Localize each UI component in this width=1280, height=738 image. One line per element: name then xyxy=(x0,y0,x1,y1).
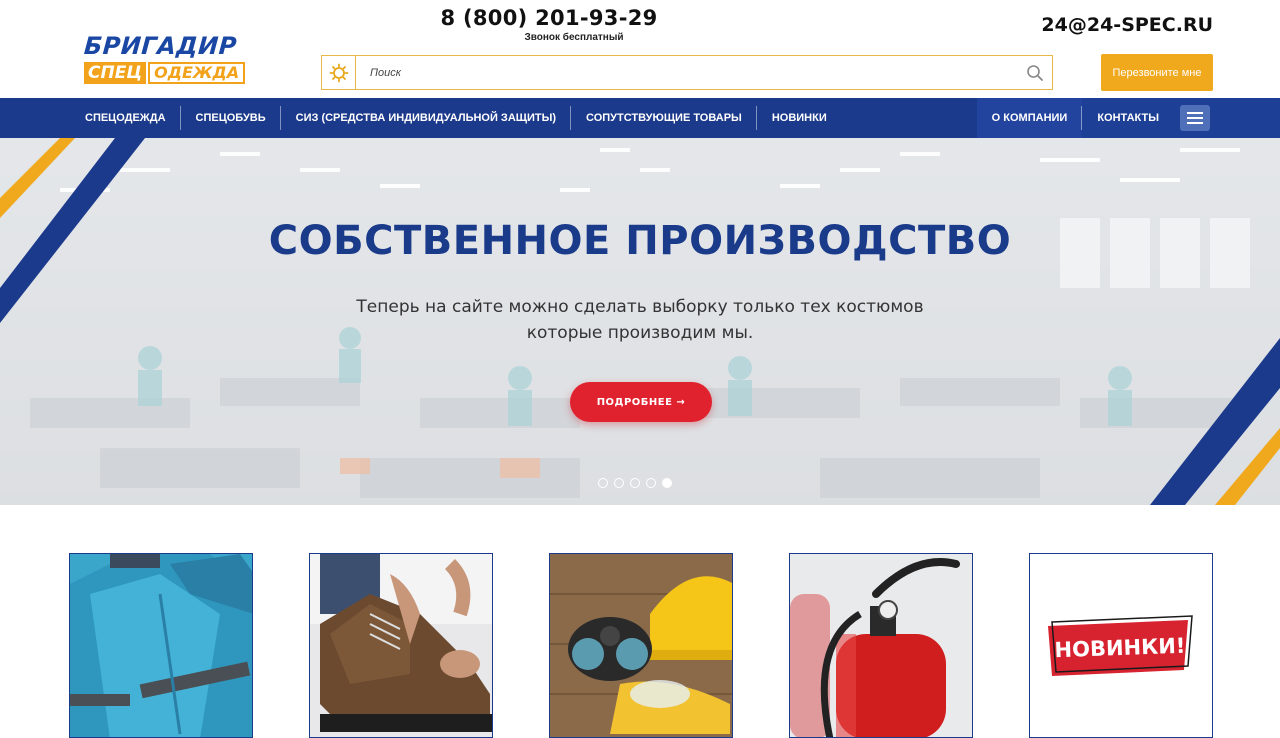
hero-title: СОБСТВЕННОЕ ПРОИЗВОДСТВО xyxy=(268,218,1012,264)
category-card-new[interactable]: НОВИНКИ! xyxy=(1029,553,1213,738)
search-icon[interactable] xyxy=(1018,56,1052,89)
hero-text: Теперь на сайте можно сделать выборку то… xyxy=(340,294,940,346)
category-card-footwear[interactable] xyxy=(309,553,493,738)
hero-more-button[interactable]: ПОДРОБНЕЕ → xyxy=(570,382,712,422)
nav-item-ppe[interactable]: СИЗ (СРЕДСТВА ИНДИВИДУАЛЬНОЙ ЗАЩИТЫ) xyxy=(281,98,572,138)
phone-note: Звонок бесплатный xyxy=(524,32,624,43)
search-input[interactable] xyxy=(356,56,1018,89)
nav-item-contacts[interactable]: КОНТАКТЫ xyxy=(1082,98,1174,138)
logo-bottom: СПЕЦ ОДЕЖДА xyxy=(84,62,266,84)
category-grid: НОВИНКИ! xyxy=(69,553,1213,738)
slider-dots xyxy=(598,478,672,488)
hero-banner: СОБСТВЕННОЕ ПРОИЗВОДСТВО Теперь на сайте… xyxy=(0,138,1280,505)
logo-top-text: БРИГАДИР xyxy=(83,32,238,60)
nav-item-workwear[interactable]: СПЕЦОДЕЖДА xyxy=(70,98,181,138)
logo[interactable]: БРИГАДИР СПЕЦ ОДЕЖДА xyxy=(83,32,266,92)
phone-block: 8 (800) 201-93-29 Звонок бесплатный xyxy=(440,6,658,43)
logo-od-text: ОДЕЖДА xyxy=(148,62,246,84)
category-card-workwear[interactable] xyxy=(69,553,253,738)
phone-number[interactable]: 8 (800) 201-93-29 xyxy=(440,6,658,30)
workwear-jacket-image xyxy=(70,554,252,737)
slider-dot[interactable] xyxy=(646,478,656,488)
nav-item-new[interactable]: НОВИНКИ xyxy=(757,98,842,138)
hero-text-line1: Теперь на сайте можно сделать выборку то… xyxy=(356,297,924,317)
search-bar xyxy=(321,55,1053,90)
fire-extinguisher-image xyxy=(790,554,972,737)
sun-icon[interactable] xyxy=(322,56,356,89)
nav-left: СПЕЦОДЕЖДА СПЕЦОБУВЬ СИЗ (СРЕДСТВА ИНДИВ… xyxy=(0,98,842,138)
slider-dot-active[interactable] xyxy=(662,478,672,488)
email-link[interactable]: 24@24-SPEC.RU xyxy=(1041,14,1213,36)
slider-dot[interactable] xyxy=(630,478,640,488)
respirator-helmet-image xyxy=(550,554,732,737)
nav-item-accessories[interactable]: СОПУТСТВУЮЩИЕ ТОВАРЫ xyxy=(571,98,757,138)
hero-text-line2: которые производим мы. xyxy=(526,323,754,343)
new-items-banner-image: НОВИНКИ! xyxy=(1030,554,1212,737)
safety-boot-image xyxy=(310,554,492,737)
category-card-accessories[interactable] xyxy=(789,553,973,738)
nav-item-about[interactable]: О КОМПАНИИ xyxy=(976,98,1083,138)
nav-right: О КОМПАНИИ КОНТАКТЫ xyxy=(976,98,1280,138)
slider-dot[interactable] xyxy=(598,478,608,488)
main-nav: СПЕЦОДЕЖДА СПЕЦОБУВЬ СИЗ (СРЕДСТВА ИНДИВ… xyxy=(0,98,1280,138)
slider-dot[interactable] xyxy=(614,478,624,488)
callback-button[interactable]: Перезвоните мне xyxy=(1101,54,1213,91)
nav-item-footwear[interactable]: СПЕЦОБУВЬ xyxy=(181,98,281,138)
new-items-banner-text: НОВИНКИ! xyxy=(1054,634,1186,663)
logo-spec-text: СПЕЦ xyxy=(84,62,147,84)
site-header: БРИГАДИР СПЕЦ ОДЕЖДА 8 (800) 201-93-29 З… xyxy=(0,0,1280,98)
hamburger-icon[interactable] xyxy=(1180,105,1210,131)
category-card-ppe[interactable] xyxy=(549,553,733,738)
